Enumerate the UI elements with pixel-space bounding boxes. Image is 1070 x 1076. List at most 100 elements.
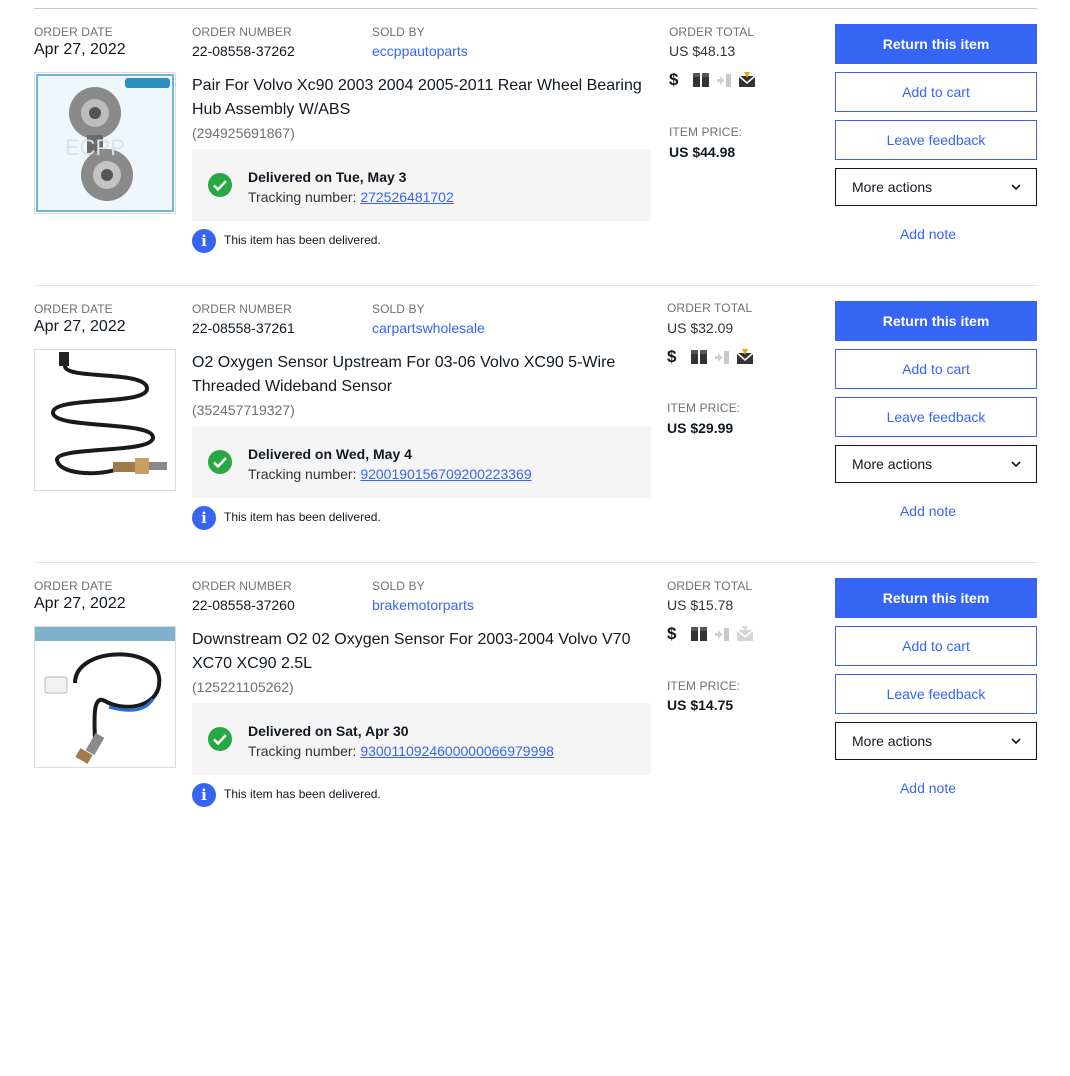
leave-feedback-button[interactable]: Leave feedback [835, 120, 1037, 160]
order-date: Apr 27, 2022 [34, 41, 126, 58]
message-icon [738, 72, 756, 93]
order-date-label: ORDER DATE [34, 579, 113, 593]
tracking-number-link[interactable]: 9200190156709200223369 [360, 466, 531, 482]
item-price: US $44.98 [669, 144, 736, 160]
add-to-cart-button[interactable]: Add to cart [835, 349, 1037, 389]
tracking-line: Tracking number: 272526481702 [248, 189, 454, 205]
item-price: US $14.75 [667, 697, 734, 713]
more-actions-dropdown[interactable]: More actions [835, 168, 1037, 206]
add-note-link[interactable]: Add note [835, 226, 1021, 242]
add-to-cart-button[interactable]: Add to cart [835, 72, 1037, 112]
order-date-label: ORDER DATE [34, 302, 113, 316]
item-price: US $29.99 [667, 420, 734, 436]
tracking-number-link[interactable]: 9300110924600000066979998 [360, 743, 554, 759]
chevron-down-icon [1010, 457, 1022, 473]
sold-by-label: SOLD BY [372, 579, 425, 593]
order-date: Apr 27, 2022 [34, 318, 126, 335]
info-icon: i [192, 506, 216, 530]
info-icon: i [192, 783, 216, 807]
more-actions-dropdown[interactable]: More actions [835, 445, 1037, 483]
order-number: 22-08558-37261 [192, 320, 295, 336]
check-icon [208, 173, 232, 197]
package-icon [690, 626, 708, 647]
delivery-status-box: Delivered on Tue, May 3 Tracking number:… [192, 149, 651, 221]
shipped-icon [713, 626, 731, 647]
more-actions-dropdown[interactable]: More actions [835, 722, 1037, 760]
dollar-icon: $ [667, 347, 677, 366]
check-icon [208, 727, 232, 751]
add-note-link[interactable]: Add note [835, 780, 1021, 796]
item-id: (125221105262) [192, 679, 294, 695]
order-number-label: ORDER NUMBER [192, 25, 292, 39]
delivery-status: Delivered on Wed, May 4 [248, 446, 412, 462]
item-thumbnail[interactable] [34, 349, 176, 491]
add-note-link[interactable]: Add note [835, 503, 1021, 519]
item-thumbnail[interactable] [34, 626, 176, 768]
order-number: 22-08558-37260 [192, 597, 295, 613]
oxygen-sensor-image [35, 627, 175, 767]
more-actions-label: More actions [852, 456, 933, 472]
order-total-label: ORDER TOTAL [667, 301, 753, 315]
tracking-number-link[interactable]: 272526481702 [360, 189, 453, 205]
more-actions-label: More actions [852, 179, 933, 195]
return-item-button[interactable]: Return this item [835, 24, 1037, 64]
order-total: US $32.09 [667, 320, 734, 336]
shipped-icon [713, 349, 731, 370]
delivery-status: Delivered on Sat, Apr 30 [248, 723, 409, 739]
add-to-cart-button[interactable]: Add to cart [835, 626, 1037, 666]
seller-link[interactable]: carpartswholesale [372, 320, 485, 336]
item-title[interactable]: Downstream O2 02 Oxygen Sensor For 2003-… [192, 628, 647, 676]
order-total: US $15.78 [667, 597, 734, 613]
sold-by-label: SOLD BY [372, 302, 425, 316]
svg-text:ECPP: ECPP [65, 135, 125, 160]
order-date-label: ORDER DATE [34, 25, 113, 39]
order-divider [34, 285, 1037, 286]
item-title[interactable]: Pair For Volvo Xc90 2003 2004 2005-2011 … [192, 74, 647, 122]
sold-by-label: SOLD BY [372, 25, 425, 39]
order-total-label: ORDER TOTAL [667, 579, 753, 593]
message-icon [736, 626, 754, 647]
order-number-label: ORDER NUMBER [192, 302, 292, 316]
item-price-label: ITEM PRICE: [667, 679, 741, 693]
leave-feedback-button[interactable]: Leave feedback [835, 674, 1037, 714]
seller-link[interactable]: brakemotorparts [372, 597, 474, 613]
order-total-label: ORDER TOTAL [669, 25, 755, 39]
delivered-message: This item has been delivered. [224, 787, 381, 801]
tracking-line: Tracking number: 9200190156709200223369 [248, 466, 532, 482]
package-icon [690, 349, 708, 370]
dollar-icon: $ [667, 624, 677, 643]
order-date: Apr 27, 2022 [34, 595, 126, 612]
check-icon [208, 450, 232, 474]
order-number-label: ORDER NUMBER [192, 579, 292, 593]
order-card: ORDER DATE Apr 27, 2022 ORDER NUMBER 22-… [0, 285, 1070, 562]
tracking-line: Tracking number: 93001109246000000669799… [248, 743, 554, 759]
order-card: ORDER DATE Apr 27, 2022 ORDER NUMBER 22-… [0, 8, 1070, 285]
order-number: 22-08558-37262 [192, 43, 295, 59]
order-total: US $48.13 [669, 43, 736, 59]
info-icon: i [192, 229, 216, 253]
delivered-message: This item has been delivered. [224, 233, 381, 247]
tracking-label: Tracking number: [248, 743, 361, 759]
delivery-status-box: Delivered on Sat, Apr 30 Tracking number… [192, 703, 651, 775]
chevron-down-icon [1010, 734, 1022, 750]
item-price-label: ITEM PRICE: [667, 401, 741, 415]
item-price-label: ITEM PRICE: [669, 125, 743, 139]
order-card: ORDER DATE Apr 27, 2022 ORDER NUMBER 22-… [0, 562, 1070, 839]
wheel-hub-image: ECPP [36, 74, 174, 212]
delivered-message: This item has been delivered. [224, 510, 381, 524]
leave-feedback-button[interactable]: Leave feedback [835, 397, 1037, 437]
chevron-down-icon [1010, 180, 1022, 196]
package-icon [692, 72, 710, 93]
order-divider [34, 562, 1037, 563]
return-item-button[interactable]: Return this item [835, 578, 1037, 618]
dollar-icon: $ [669, 70, 679, 89]
item-id: (294925691867) [192, 125, 295, 141]
delivery-status-box: Delivered on Wed, May 4 Tracking number:… [192, 426, 651, 498]
item-thumbnail[interactable]: ECPP [34, 72, 176, 214]
delivery-status: Delivered on Tue, May 3 [248, 169, 407, 185]
return-item-button[interactable]: Return this item [835, 301, 1037, 341]
item-title[interactable]: O2 Oxygen Sensor Upstream For 03-06 Volv… [192, 351, 647, 399]
item-id: (352457719327) [192, 402, 295, 418]
tracking-label: Tracking number: [248, 466, 361, 482]
seller-link[interactable]: eccppautoparts [372, 43, 468, 59]
